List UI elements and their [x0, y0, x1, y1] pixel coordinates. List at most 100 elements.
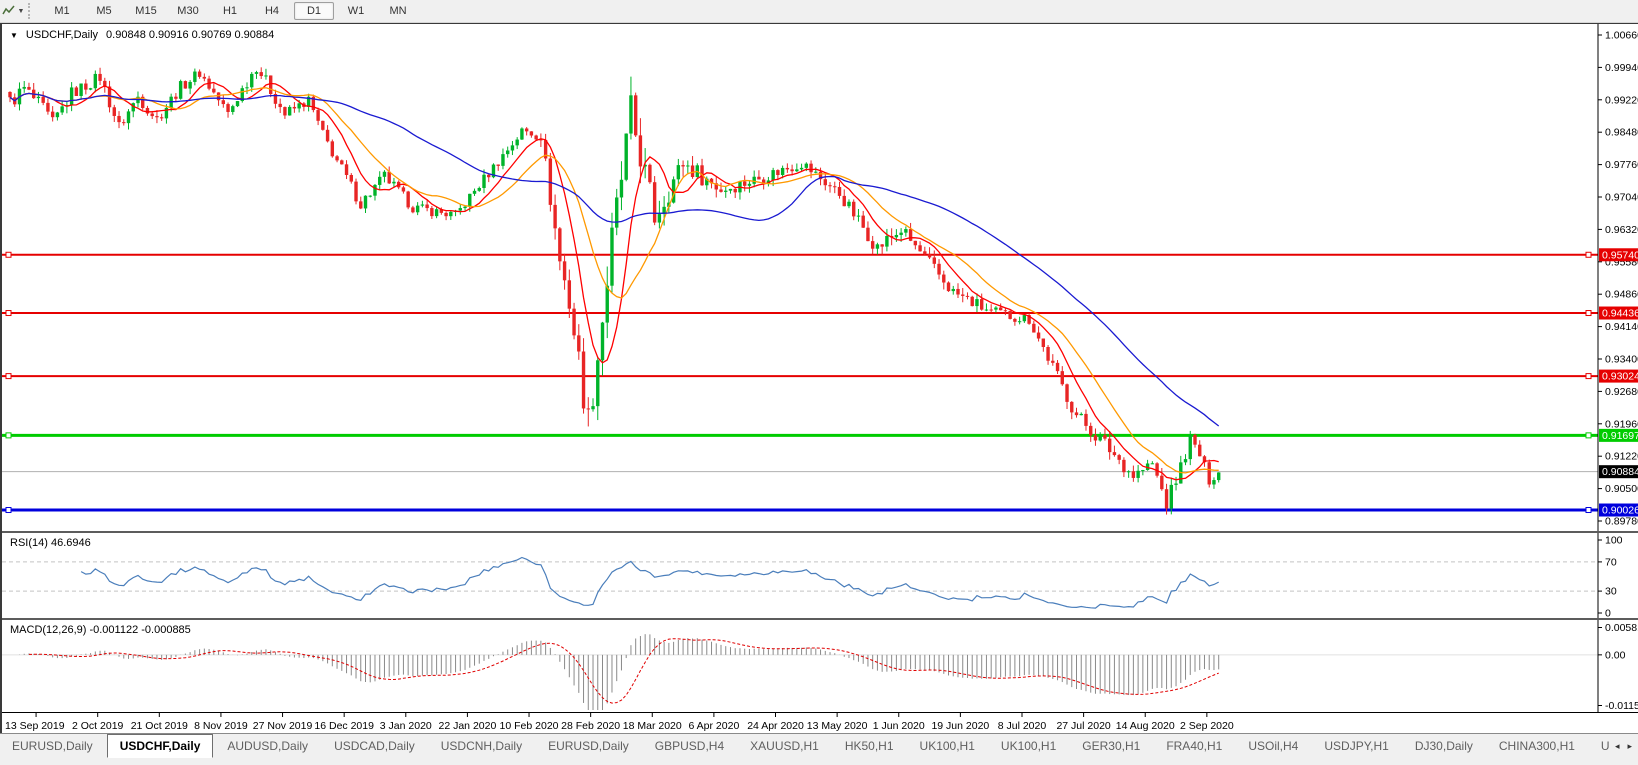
- price-panel[interactable]: ▼ USDCHF,Daily 0.90848 0.90916 0.90769 0…: [2, 24, 1638, 531]
- tab-hk50-h1[interactable]: HK50,H1: [833, 734, 906, 758]
- date-tick-label: 13 May 2020: [807, 720, 868, 732]
- collapse-chart-icon[interactable]: ▼: [10, 31, 18, 40]
- symbol-period-label: USDCHF,Daily: [26, 29, 98, 41]
- macd-chart-canvas[interactable]: 0.0058180.00-0.011514: [2, 620, 1638, 712]
- tab-usdcad-daily[interactable]: USDCAD,Daily: [322, 734, 427, 758]
- rsi-line: [81, 557, 1219, 608]
- date-tick-label: 2 Sep 2020: [1180, 720, 1234, 732]
- rsi-label: RSI(14) 46.6946: [10, 537, 91, 549]
- date-tick-label: 19 Jun 2020: [931, 720, 989, 732]
- timeframe-button-w1[interactable]: W1: [336, 2, 376, 20]
- tab-scroll-left-button[interactable]: ◂: [1615, 741, 1620, 752]
- tab-xauusd-h1[interactable]: XAUUSD,H1: [738, 734, 831, 758]
- ma-16-line: [10, 88, 1219, 473]
- date-tick-label: 8 Nov 2019: [194, 720, 248, 732]
- tab-usoil-h4[interactable]: USOil,H4: [1236, 734, 1310, 758]
- hline-handle-left[interactable]: [6, 252, 11, 257]
- rsi-tick-label: 100: [1605, 534, 1623, 546]
- hline-handle-right[interactable]: [1586, 374, 1591, 379]
- macd-tick-label: 0.00: [1605, 649, 1626, 661]
- date-tick-label: 1 Jun 2020: [873, 720, 925, 732]
- price-tick-label: 0.94140: [1605, 321, 1638, 333]
- mt4-window: ▼ M1M5M15M30H1H4D1W1MN ▼ USDCHF,Daily 0.…: [0, 0, 1638, 765]
- chart-tabs: EURUSD,DailyUSDCHF,DailyAUDUSD,DailyUSDC…: [0, 734, 1609, 758]
- price-tick-label: 1.00660: [1605, 30, 1638, 42]
- rsi-chart-canvas[interactable]: 100 70 30 0: [2, 533, 1638, 618]
- timeframe-button-m30[interactable]: M30: [168, 2, 208, 20]
- timeframe-button-m5[interactable]: M5: [84, 2, 124, 20]
- hline-handle-left[interactable]: [6, 433, 11, 438]
- macd-signal-line: [29, 639, 1219, 703]
- price-tick-label: 0.94860: [1605, 289, 1638, 301]
- date-tick-label: 22 Jan 2020: [439, 720, 497, 732]
- hline-handle-left[interactable]: [6, 508, 11, 513]
- date-tick-label: 28 Feb 2020: [561, 720, 620, 732]
- rsi-panel[interactable]: RSI(14) 46.6946 100 70 30 0: [2, 533, 1638, 618]
- date-tick-label: 13 Sep 2019: [5, 720, 65, 732]
- tab-usdcnh-daily[interactable]: USDCNH,Daily: [429, 734, 534, 758]
- price-tick-label: 0.97040: [1605, 192, 1638, 204]
- chart-tool-button[interactable]: ▼: [0, 1, 26, 21]
- hline-handle-right[interactable]: [1586, 252, 1591, 257]
- price-badge-label: 0.94436: [1602, 308, 1638, 320]
- tab-eurusd-daily[interactable]: EURUSD,Daily: [0, 734, 105, 758]
- price-tick-label: 0.89780: [1605, 516, 1638, 528]
- timeframe-button-m15[interactable]: M15: [126, 2, 166, 20]
- price-tick-label: 0.97760: [1605, 159, 1638, 171]
- hline-handle-right[interactable]: [1586, 311, 1591, 316]
- tab-china300-h1[interactable]: CHINA300,H1: [1487, 734, 1587, 758]
- hline-handle-left[interactable]: [6, 374, 11, 379]
- hline-handle-left[interactable]: [6, 311, 11, 316]
- tab-gbpusd-h4[interactable]: GBPUSD,H4: [643, 734, 736, 758]
- macd-label: MACD(12,26,9) -0.001122 -0.000885: [10, 624, 191, 636]
- date-tick-label: 8 Jul 2020: [998, 720, 1047, 732]
- price-tick-label: 0.92680: [1605, 386, 1638, 398]
- price-tick-label: 0.98480: [1605, 127, 1638, 139]
- chart-window: ▼ USDCHF,Daily 0.90848 0.90916 0.90769 0…: [0, 23, 1638, 734]
- tab-usdjpy-h1[interactable]: USDJPY,H1: [1312, 734, 1400, 758]
- timeframe-toolbar: ▼ M1M5M15M30H1H4D1W1MN: [0, 0, 1638, 23]
- price-chart-canvas[interactable]: 1.00660 0.99940 0.99220 0.98480 0.97760 0.970…: [2, 24, 1638, 531]
- date-tick-label: 27 Jul 2020: [1056, 720, 1110, 732]
- macd-tick-label: -0.011514: [1605, 700, 1638, 712]
- tab-uk100-h1[interactable]: UK100,H1: [908, 734, 987, 758]
- tab-dj30-daily[interactable]: DJ30,Daily: [1403, 734, 1485, 758]
- price-tick-label: 0.91220: [1605, 451, 1638, 463]
- chart-tool-caret-icon[interactable]: ▼: [18, 8, 25, 15]
- macd-panel[interactable]: MACD(12,26,9) -0.001122 -0.000885 0.0058…: [2, 620, 1638, 712]
- date-tick-label: 14 Aug 2020: [1116, 720, 1175, 732]
- price-badge-label: 0.95740: [1602, 249, 1638, 261]
- date-tick-label: 27 Nov 2019: [253, 720, 313, 732]
- tab-scroll-controls: ◂ ▸: [1609, 734, 1638, 758]
- date-tick-label: 16 Dec 2019: [314, 720, 374, 732]
- tab-uk100-h1[interactable]: UK100,H1: [989, 734, 1068, 758]
- rsi-tick-label: 0: [1605, 607, 1611, 618]
- rsi-tick-label: 70: [1605, 556, 1617, 568]
- price-badge-label: 0.90884: [1602, 466, 1638, 478]
- tab-fra40-h1[interactable]: FRA40,H1: [1154, 734, 1234, 758]
- chart-title: ▼ USDCHF,Daily 0.90848 0.90916 0.90769 0…: [10, 29, 274, 41]
- tab-usoil-h1[interactable]: USOil,H1: [1589, 734, 1609, 758]
- date-tick-label: 18 Mar 2020: [623, 720, 682, 732]
- price-tick-label: 0.93400: [1605, 354, 1638, 366]
- timeframe-button-m1[interactable]: M1: [42, 2, 82, 20]
- timeframe-button-h4[interactable]: H4: [252, 2, 292, 20]
- price-badge-label: 0.93024: [1602, 371, 1638, 383]
- rsi-tick-label: 30: [1605, 586, 1617, 598]
- tab-audusd-daily[interactable]: AUDUSD,Daily: [215, 734, 320, 758]
- price-tick-label: 0.99220: [1605, 94, 1638, 106]
- timeframe-button-d1[interactable]: D1: [294, 2, 334, 20]
- hline-handle-right[interactable]: [1586, 433, 1591, 438]
- tab-scroll-right-button[interactable]: ▸: [1627, 741, 1632, 752]
- price-tick-label: 0.99940: [1605, 62, 1638, 74]
- tab-usdchf-daily[interactable]: USDCHF,Daily: [107, 734, 214, 758]
- timeframe-button-h1[interactable]: H1: [210, 2, 250, 20]
- indicator-zigzag-icon: [2, 5, 16, 17]
- tab-eurusd-daily[interactable]: EURUSD,Daily: [536, 734, 641, 758]
- hline-handle-right[interactable]: [1586, 508, 1591, 513]
- toolbar-grip[interactable]: [28, 3, 37, 19]
- tab-ger30-h1[interactable]: GER30,H1: [1070, 734, 1152, 758]
- timeframe-button-mn[interactable]: MN: [378, 2, 418, 20]
- date-tick-label: 10 Feb 2020: [500, 720, 559, 732]
- macd-histogram: [19, 634, 1218, 710]
